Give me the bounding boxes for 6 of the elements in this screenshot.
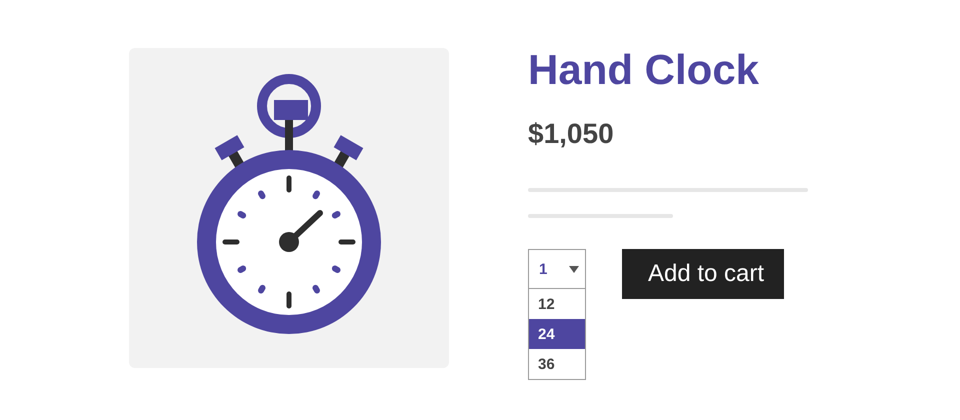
dropdown-option[interactable]: 24 — [529, 319, 585, 349]
caret-icon — [569, 266, 579, 272]
quantity-select[interactable]: 1 — [528, 249, 586, 289]
add-to-cart-button[interactable]: Add to cart — [622, 249, 784, 299]
product-title: Hand Clock — [528, 48, 760, 92]
product-price: $1,050 — [528, 118, 615, 150]
